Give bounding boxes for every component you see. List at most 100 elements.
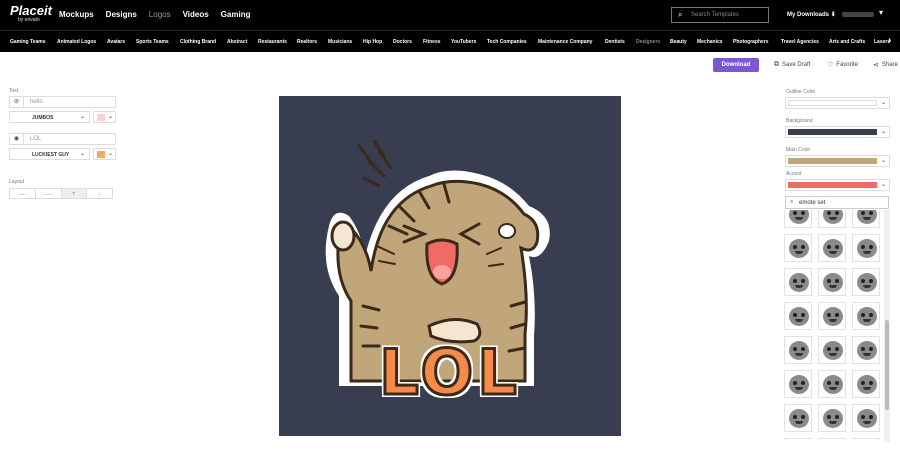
category-abstract[interactable]: Abstract (227, 39, 247, 45)
main-color-label: Main Color (786, 147, 811, 153)
category-tech-companies[interactable]: Tech Companies (487, 39, 527, 45)
emote-thumbnail[interactable] (818, 234, 846, 262)
chevron-down-icon[interactable]: ▾ (879, 8, 883, 17)
emote-thumbnail[interactable] (852, 370, 880, 398)
emote-search-input[interactable]: ⌕ emote set (785, 196, 889, 209)
category-designers[interactable]: Designers (636, 39, 660, 45)
design-preview-canvas[interactable]: LOL (279, 96, 621, 436)
eye-off-icon[interactable]: ⊘ (10, 97, 24, 107)
emote-thumbnail[interactable] (852, 302, 880, 330)
accent-color-bar (788, 182, 877, 188)
emote-thumbnail[interactable] (784, 404, 812, 432)
nav-mockups[interactable]: Mockups (59, 10, 94, 19)
emote-thumbnail[interactable] (818, 438, 846, 440)
my-downloads-link[interactable]: My Downloads ⬇ (787, 11, 836, 18)
category-beauty[interactable]: Beauty (670, 39, 687, 45)
emote-thumbnail[interactable] (818, 370, 846, 398)
category-travel-agencies[interactable]: Travel Agencies (781, 39, 819, 45)
outline-color-bar (788, 100, 877, 106)
emote-thumbnail[interactable] (818, 404, 846, 432)
username-redacted[interactable] (842, 12, 874, 17)
text-section-label: Text (9, 88, 19, 94)
scrollbar-thumb[interactable] (885, 320, 889, 410)
category-youtubers[interactable]: YouTubers (451, 39, 476, 45)
emote-face-icon (823, 273, 843, 292)
category-dentists[interactable]: Dentists (605, 39, 625, 45)
text-line-1-input[interactable]: ⊘ hello (9, 96, 116, 108)
category-gaming-teams[interactable]: Gaming Teams (10, 39, 45, 45)
emote-face-icon (823, 409, 843, 428)
layout-option-2[interactable]: —o— (36, 189, 62, 198)
chevron-down-icon: ⌄ (107, 151, 113, 157)
category-fitness[interactable]: Fitness (423, 39, 441, 45)
category-lasers[interactable]: Lasers (874, 39, 890, 45)
eye-icon[interactable]: ◉ (10, 134, 24, 144)
font-select-2[interactable]: LUCKIEST GUY ⌄ (9, 148, 90, 160)
font-select-1[interactable]: JUMBOS ⌄ (9, 111, 90, 123)
category-realtors[interactable]: Realtors (297, 39, 317, 45)
category-hip-hop[interactable]: Hip Hop (363, 39, 382, 45)
emote-thumbnail[interactable] (784, 336, 812, 364)
outline-color-picker[interactable]: ⌄ (785, 97, 890, 109)
layout-option-3[interactable]: ⊤ (61, 189, 88, 198)
emote-thumbnail[interactable] (818, 210, 846, 228)
nav-videos[interactable]: Videos (183, 10, 209, 19)
placeit-logo[interactable]: Placeit by envato (10, 4, 52, 23)
emote-grid-scrollbar[interactable] (884, 210, 890, 442)
background-color-picker[interactable]: ⌄ (785, 126, 890, 138)
nav-gaming[interactable]: Gaming (221, 10, 251, 19)
emote-thumbnail[interactable] (852, 336, 880, 364)
emote-thumbnail[interactable] (784, 234, 812, 262)
emote-face-icon (823, 341, 843, 360)
emote-thumbnail[interactable] (784, 302, 812, 330)
nav-logos[interactable]: Logos (149, 10, 171, 19)
text-2-color-picker[interactable]: ⌄ (93, 148, 116, 160)
emote-thumbnail[interactable] (784, 438, 812, 440)
category-restaurants[interactable]: Restaurants (258, 39, 287, 45)
color-swatch (97, 114, 105, 121)
search-templates-input[interactable]: ⌕ Search Templates (671, 7, 769, 23)
emote-thumbnail[interactable] (784, 268, 812, 296)
category-avatars[interactable]: Avatars (107, 39, 125, 45)
category-animated-logos[interactable]: Animated Logos (57, 39, 96, 45)
category-arts-and-crafts[interactable]: Arts and Crafts (829, 39, 865, 45)
category-musicians[interactable]: Musicians (328, 39, 352, 45)
emote-thumbnail[interactable] (784, 210, 812, 228)
emote-thumbnail[interactable] (852, 234, 880, 262)
canvas-lol-text[interactable]: LOL (365, 335, 535, 411)
accent-color-picker[interactable]: ⌄ (785, 179, 890, 191)
save-draft-button[interactable]: ⧉ Save Draft (774, 61, 810, 69)
emote-thumbnail[interactable] (818, 268, 846, 296)
nav-designs[interactable]: Designs (106, 10, 137, 19)
background-label: Background (786, 118, 813, 124)
layout-option-4[interactable]: ⊥ (87, 189, 112, 198)
emote-thumbnail[interactable] (852, 438, 880, 440)
category-maintenance-company[interactable]: Maintenance Company (538, 39, 592, 45)
emote-thumbnail[interactable] (818, 336, 846, 364)
emote-thumbnail[interactable] (852, 268, 880, 296)
main-nav: Mockups Designs Logos Videos Gaming (59, 10, 262, 19)
emote-face-icon (789, 239, 809, 258)
emote-thumbnail[interactable] (852, 210, 880, 228)
share-button[interactable]: ⋖ Share (873, 61, 898, 69)
category-clothing-brand[interactable]: Clothing Brand (180, 39, 216, 45)
emote-face-icon (789, 307, 809, 326)
emote-thumbnail[interactable] (852, 404, 880, 432)
category-photographers[interactable]: Photographers (733, 39, 769, 45)
text-1-color-picker[interactable]: ⌄ (93, 111, 116, 123)
emote-thumbnail[interactable] (784, 370, 812, 398)
emote-face-icon (789, 273, 809, 292)
my-downloads-label: My Downloads (787, 12, 830, 18)
emote-face-icon (857, 239, 877, 258)
favorite-button[interactable]: ♡ Favorite (827, 61, 858, 69)
emote-thumbnail[interactable] (818, 302, 846, 330)
category-doctors[interactable]: Doctors (393, 39, 412, 45)
category-sports-teams[interactable]: Sports Teams (136, 39, 169, 45)
layout-option-1[interactable]: —o— (10, 189, 36, 198)
text-line-2-input[interactable]: ◉ LOL (9, 133, 116, 145)
download-button[interactable]: Download (713, 58, 759, 72)
category-mechanics[interactable]: Mechanics (697, 39, 723, 45)
font-1-value: JUMBOS (32, 115, 54, 121)
main-color-picker[interactable]: ⌄ (785, 155, 890, 167)
emote-face-icon (857, 307, 877, 326)
